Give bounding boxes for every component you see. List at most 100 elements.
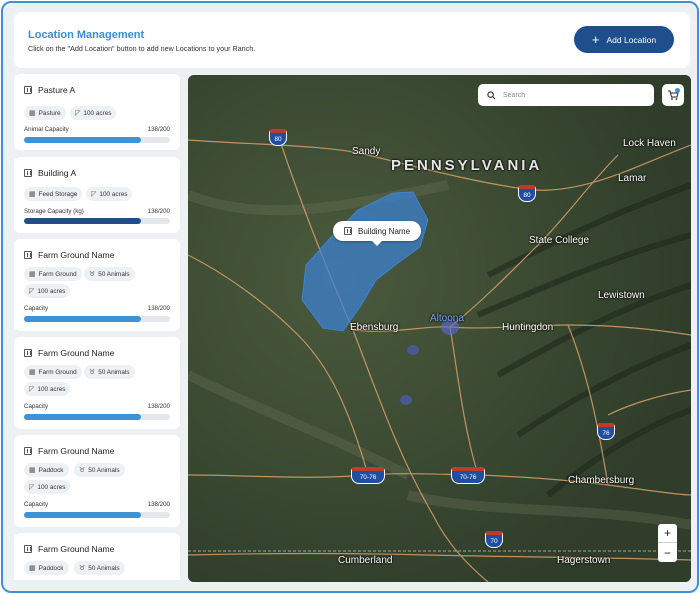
capacity-value: 138/200 bbox=[147, 501, 170, 508]
capacity-value: 138/200 bbox=[147, 305, 170, 312]
location-name: Pasture A bbox=[38, 85, 76, 95]
zoom-out-button[interactable]: − bbox=[658, 543, 677, 562]
map-search[interactable] bbox=[478, 84, 654, 106]
tag-text: 50 Animals bbox=[88, 564, 120, 572]
plus-icon: + bbox=[591, 31, 600, 47]
paddock-icon: ▦ bbox=[29, 565, 36, 572]
filter-button[interactable] bbox=[662, 84, 684, 106]
grid-icon bbox=[24, 447, 32, 455]
location-area-tag: ◸ 100 acres bbox=[24, 480, 71, 494]
location-card[interactable]: Farm Ground Name ▦ Paddock ♉ 50 Animals bbox=[14, 533, 180, 580]
cow-icon: ♉ bbox=[79, 467, 86, 474]
map-label-city: Hagerstown bbox=[557, 555, 611, 566]
location-card-title: Pasture A bbox=[24, 85, 75, 95]
animal-count-tag: ♉ 50 Animals bbox=[84, 365, 135, 379]
cow-icon: ♉ bbox=[89, 369, 96, 376]
tag-text: Feed Storage bbox=[38, 190, 78, 198]
tag-text: Pasture bbox=[38, 109, 61, 117]
map-terrain bbox=[188, 75, 691, 582]
area-icon: ◸ bbox=[91, 191, 97, 198]
building-icon bbox=[343, 227, 352, 235]
location-name: Building A bbox=[38, 168, 77, 178]
tag-text: 50 Animals bbox=[88, 466, 120, 474]
page-subtitle: Click on the "Add Location" button to ad… bbox=[28, 44, 256, 53]
location-card[interactable]: Building A ▦ Feed Storage ◸ 100 acres St… bbox=[14, 157, 180, 233]
location-area-tag: ◸ 100 acres bbox=[86, 187, 133, 201]
add-location-button[interactable]: + Add Location bbox=[574, 26, 674, 53]
popup-label: Building Name bbox=[357, 226, 411, 236]
tag-text: 100 acres bbox=[37, 385, 66, 393]
location-type-tag: ▦ Paddock bbox=[24, 561, 69, 575]
capacity-label: Capacity bbox=[24, 501, 49, 508]
capacity-value: 138/200 bbox=[147, 208, 170, 215]
search-icon bbox=[487, 90, 496, 99]
capacity-label: Capacity bbox=[24, 403, 49, 410]
map-label-city: Huntingdon bbox=[502, 322, 554, 333]
location-card[interactable]: Farm Ground Name ▦ Paddock ♉ 50 Animals … bbox=[14, 435, 180, 527]
capacity-bar bbox=[24, 316, 170, 322]
location-area-tag: ◸ 100 acres bbox=[70, 106, 117, 120]
satellite-map[interactable]: PENNSYLVANIA Sandy Lock Haven Lamar Stat… bbox=[188, 75, 691, 582]
capacity-bar bbox=[24, 137, 170, 143]
location-type-tag: ▦ Farm Ground bbox=[24, 267, 82, 281]
map-label-city: State College bbox=[529, 235, 590, 246]
tag-text: 50 Animals bbox=[98, 270, 130, 278]
app-frame: Location Management Click on the "Add Lo… bbox=[1, 1, 699, 593]
capacity-bar bbox=[24, 414, 170, 420]
area-icon: ◸ bbox=[29, 484, 35, 491]
location-name: Farm Ground Name bbox=[38, 544, 115, 554]
grid-icon: ▦ bbox=[29, 271, 36, 278]
capacity-bar-fill bbox=[24, 414, 141, 420]
map-label-city: Altoona bbox=[430, 313, 464, 324]
grid-icon: ▦ bbox=[29, 110, 36, 117]
notification-dot bbox=[675, 88, 680, 93]
zoom-control: + − bbox=[658, 524, 677, 562]
location-card[interactable]: Farm Ground Name ▦ Farm Ground ♉ 50 Anim… bbox=[14, 239, 180, 331]
add-location-label: Add Location bbox=[606, 34, 657, 45]
map-label-city: Lewistown bbox=[598, 290, 645, 301]
capacity-value: 138/200 bbox=[147, 126, 170, 133]
location-card[interactable]: Farm Ground Name ▦ Farm Ground ♉ 50 Anim… bbox=[14, 337, 180, 429]
capacity-bar-fill bbox=[24, 316, 141, 322]
location-popup[interactable]: Building Name bbox=[333, 221, 421, 246]
location-area-tag: ◸ 100 acres bbox=[24, 382, 71, 396]
location-type-tag: ▦ Feed Storage bbox=[24, 187, 83, 201]
map-label-city: Lock Haven bbox=[623, 138, 676, 149]
location-type-tag: ▦ Farm Ground bbox=[24, 365, 82, 379]
grid-icon: ▦ bbox=[29, 369, 36, 376]
map-label-city: Ebensburg bbox=[350, 322, 399, 333]
area-icon: ◸ bbox=[75, 110, 81, 117]
zoom-in-button[interactable]: + bbox=[658, 524, 677, 543]
location-card-title: Farm Ground Name bbox=[24, 544, 114, 554]
tag-text: 100 acres bbox=[83, 109, 112, 117]
location-card[interactable]: Pasture A ▦ Pasture ◸ 100 acres Animal C… bbox=[14, 74, 180, 150]
interstate-shield: 80 bbox=[518, 185, 536, 202]
location-list[interactable]: Pasture A ▦ Pasture ◸ 100 acres Animal C… bbox=[14, 74, 181, 580]
tag-text: Paddock bbox=[38, 466, 64, 474]
capacity-bar-fill bbox=[24, 137, 141, 143]
location-card-title: Farm Ground Name bbox=[24, 446, 114, 456]
capacity-bar bbox=[24, 218, 170, 224]
tag-text: 50 Animals bbox=[98, 368, 130, 376]
tag-text: 100 acres bbox=[37, 287, 66, 295]
paddock-icon: ▦ bbox=[29, 467, 36, 474]
map-label-city: Sandy bbox=[352, 146, 381, 157]
location-card-title: Building A bbox=[24, 168, 76, 178]
grid-icon bbox=[24, 251, 32, 259]
tag-text: Paddock bbox=[38, 564, 64, 572]
interstate-shield: 70-76 bbox=[351, 467, 385, 484]
location-type-tag: ▦ Pasture bbox=[24, 106, 66, 120]
capacity-label: Capacity bbox=[24, 305, 49, 312]
capacity-value: 138/200 bbox=[147, 403, 170, 410]
area-icon: ◸ bbox=[29, 288, 35, 295]
search-input[interactable] bbox=[503, 91, 643, 99]
location-name: Farm Ground Name bbox=[38, 446, 115, 456]
map-label-city: Cumberland bbox=[338, 555, 393, 566]
interstate-shield: 70 bbox=[485, 531, 503, 548]
location-name: Farm Ground Name bbox=[38, 250, 115, 260]
map-label-state: PENNSYLVANIA bbox=[391, 157, 543, 174]
grid-icon bbox=[24, 545, 32, 553]
page-title: Location Management bbox=[28, 29, 145, 41]
capacity-label: Animal Capacity bbox=[24, 126, 69, 133]
location-name: Farm Ground Name bbox=[38, 348, 115, 358]
